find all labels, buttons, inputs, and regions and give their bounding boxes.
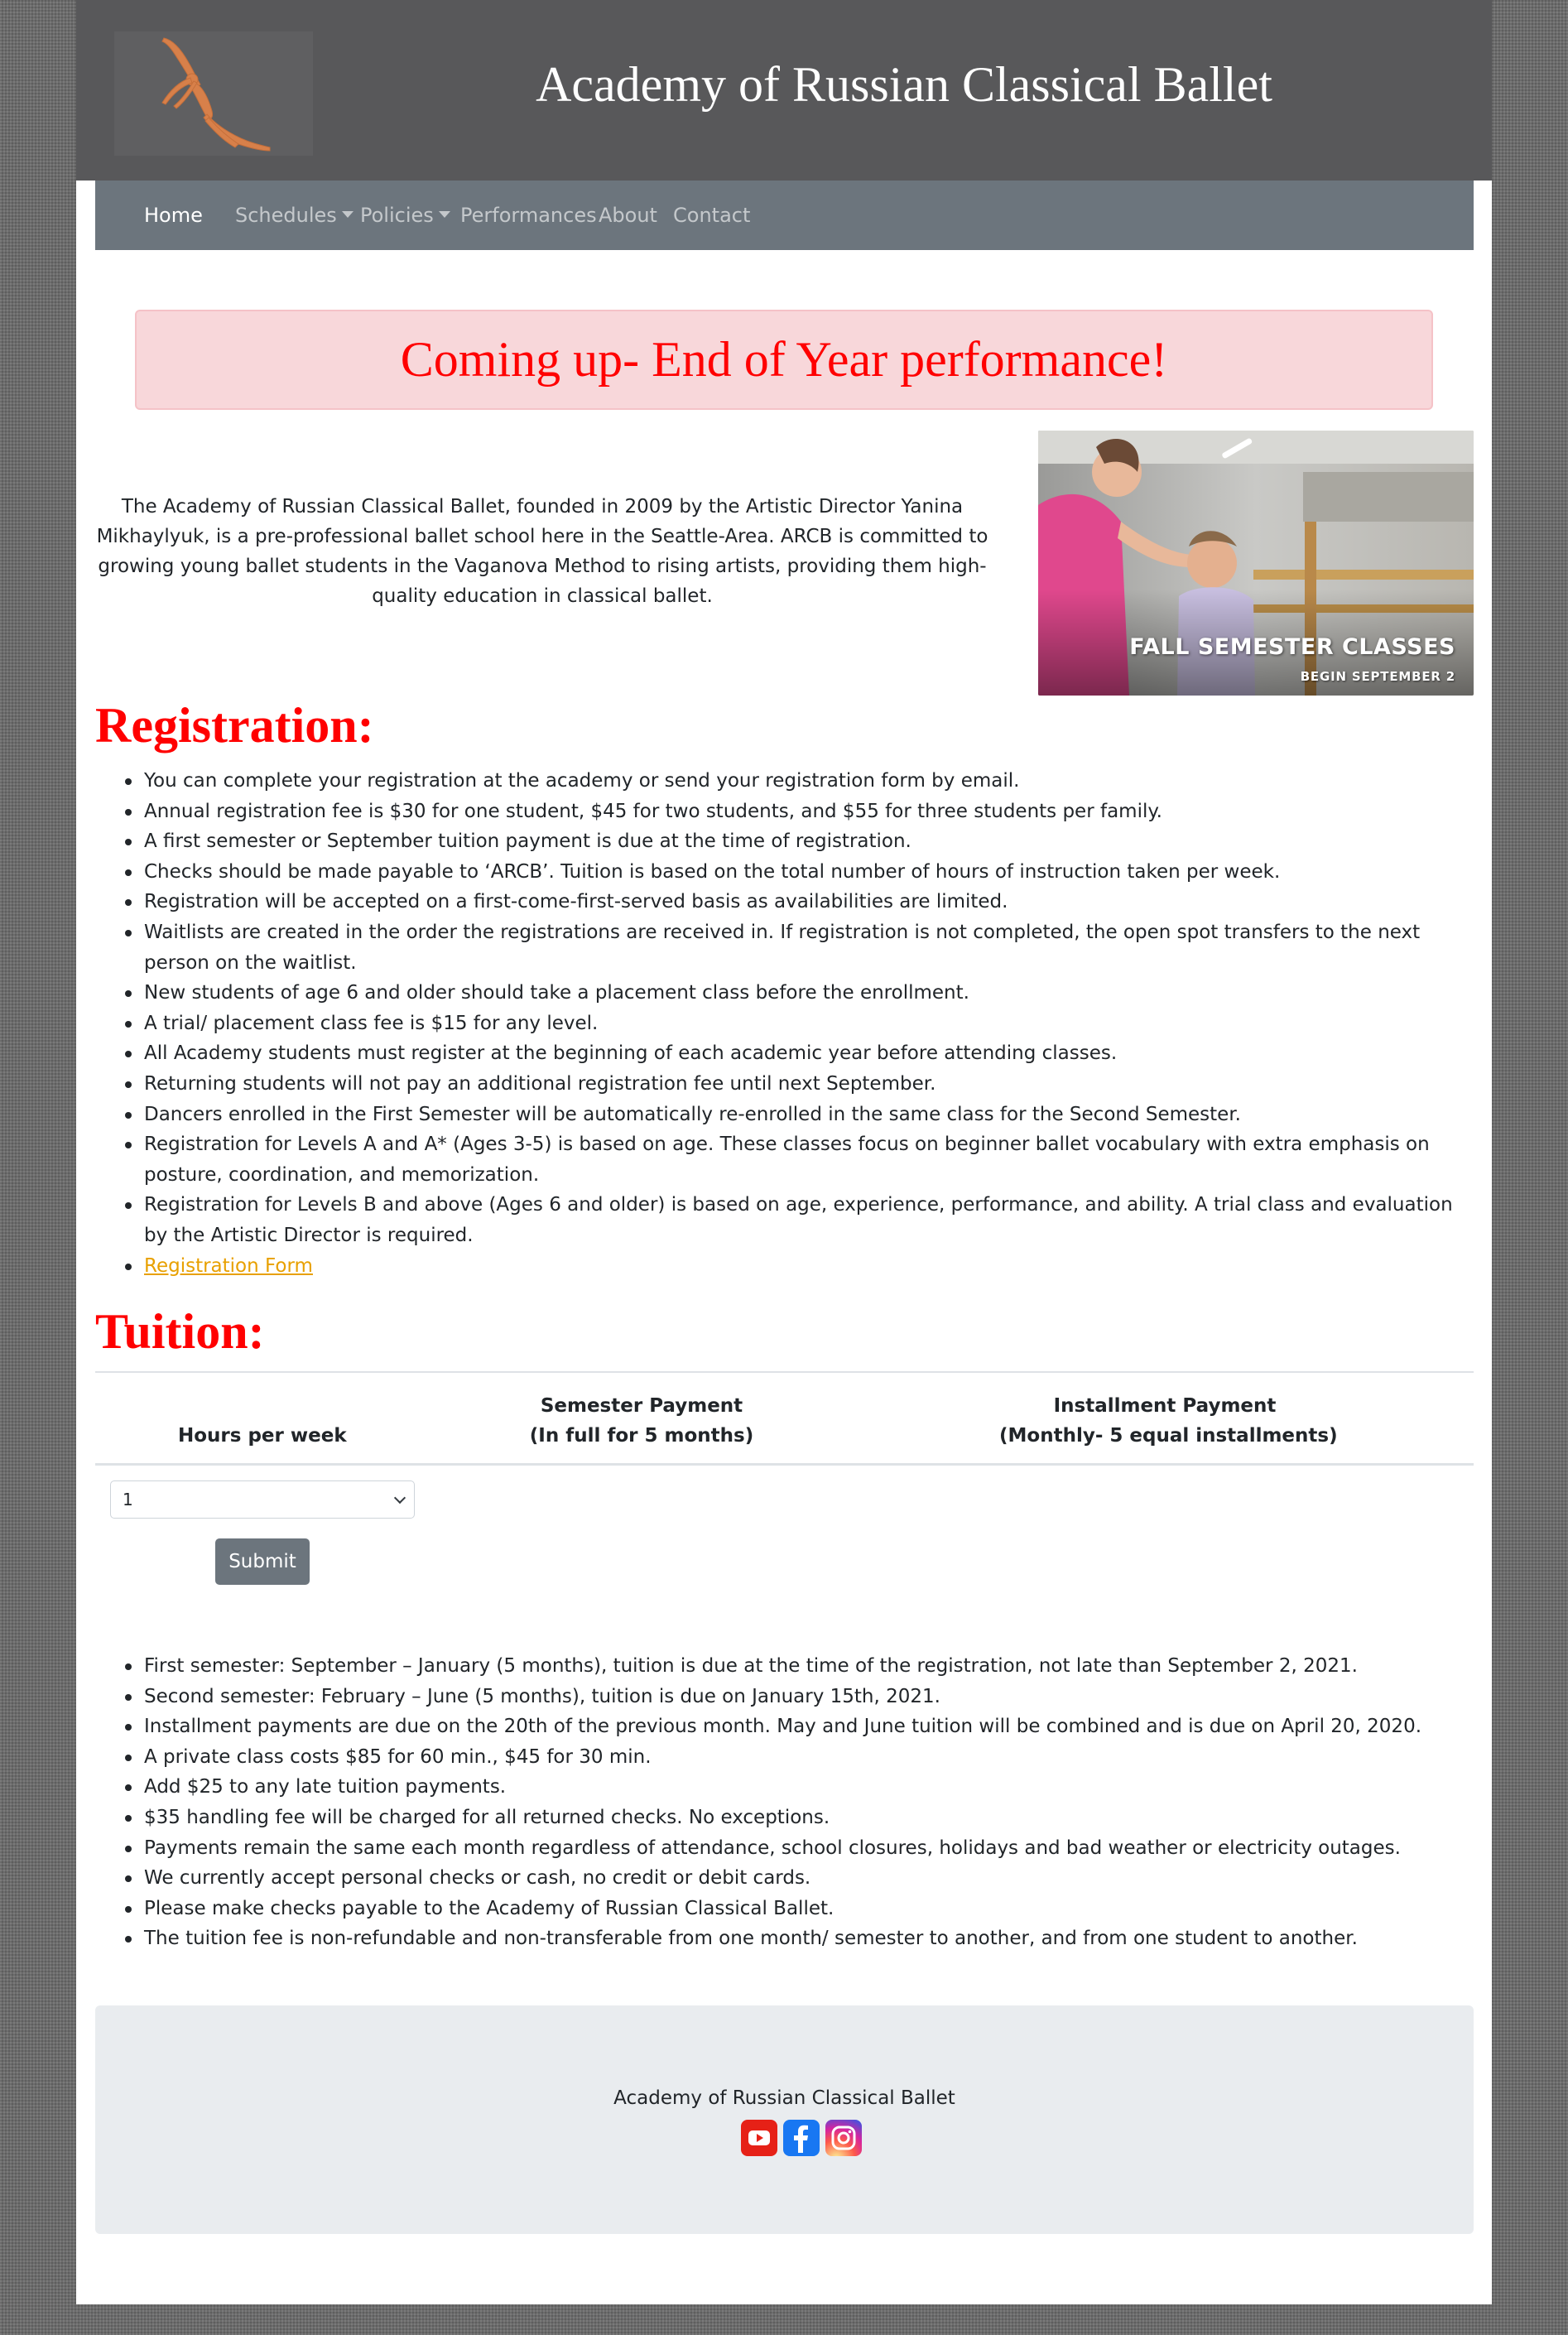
list-item: Dancers enrolled in the First Semester w… <box>125 1100 1469 1130</box>
list-item: Second semester: February – June (5 mont… <box>125 1682 1469 1712</box>
col-semester-note: (In full for 5 months) <box>529 1425 754 1447</box>
list-item: Registration Form <box>125 1251 1469 1282</box>
facebook-icon[interactable] <box>783 2120 820 2156</box>
fall-classes-promo-image: FALL SEMESTER CLASSES BEGIN SEPTEMBER 2 <box>1038 431 1474 696</box>
main-navbar: Home Schedules Policies Performances Abo… <box>95 181 1474 250</box>
page-container: Academy of Russian Classical Ballet Home… <box>76 0 1492 2304</box>
list-item: Returning students will not pay an addit… <box>125 1069 1469 1100</box>
registration-heading: Registration: <box>95 698 374 753</box>
list-item: Registration will be accepted on a first… <box>125 887 1469 917</box>
submit-button[interactable]: Submit <box>215 1538 310 1585</box>
list-item: Payments remain the same each month rega… <box>125 1833 1469 1864</box>
site-title: Academy of Russian Classical Ballet <box>536 57 1272 112</box>
col-installment-title: Installment Payment <box>1053 1395 1277 1417</box>
site-footer: Academy of Russian Classical Ballet <box>95 2005 1474 2234</box>
list-item: All Academy students must register at th… <box>125 1038 1469 1069</box>
promo-title: FALL SEMESTER CLASSES <box>1129 634 1455 660</box>
footer-academy-name: Academy of Russian Classical Ballet <box>613 2087 955 2109</box>
list-item: Installment payments are due on the 20th… <box>125 1712 1469 1742</box>
list-item: Registration for Levels B and above (Age… <box>125 1190 1469 1250</box>
list-item: Registration for Levels A and A* (Ages 3… <box>125 1129 1469 1190</box>
list-item: Checks should be made payable to ‘ARCB’.… <box>125 857 1469 888</box>
registration-form-link[interactable]: Registration Form <box>144 1255 313 1277</box>
list-item: Waitlists are created in the order the r… <box>125 917 1469 978</box>
announcement-banner: Coming up- End of Year performance! <box>135 310 1433 410</box>
nav-schedules-dropdown[interactable]: Schedules <box>235 202 354 229</box>
tuition-table-header: Hours per week Semester Payment (In full… <box>95 1371 1474 1466</box>
list-item: Add $25 to any late tuition payments. <box>125 1772 1469 1803</box>
list-item: Annual registration fee is $30 for one s… <box>125 797 1469 827</box>
hours-selected-value: 1 <box>123 1490 133 1509</box>
nav-schedules-label: Schedules <box>235 204 337 227</box>
ballet-dancer-logo[interactable] <box>114 31 313 156</box>
list-item: We currently accept personal checks or c… <box>125 1863 1469 1894</box>
col-installment-payment: Installment Payment (Monthly- 5 equal in… <box>999 1391 1338 1451</box>
list-item: First semester: September – January (5 m… <box>125 1651 1469 1682</box>
nav-performances[interactable]: Performances <box>460 202 597 229</box>
list-item: $35 handling fee will be charged for all… <box>125 1803 1469 1833</box>
list-item: The tuition fee is non-refundable and no… <box>125 1923 1469 1954</box>
hours-per-week-select[interactable]: 1 <box>110 1480 415 1519</box>
announcement-text: Coming up- End of Year performance! <box>400 332 1168 387</box>
tuition-heading: Tuition: <box>95 1304 265 1359</box>
chevron-down-icon <box>341 211 354 218</box>
tuition-list: First semester: September – January (5 m… <box>125 1651 1469 1954</box>
nav-about[interactable]: About <box>599 202 657 229</box>
list-item: A first semester or September tuition pa… <box>125 826 1469 857</box>
intro-paragraph: The Academy of Russian Classical Ballet,… <box>96 496 988 607</box>
list-item: New students of age 6 and older should t… <box>125 978 1469 1009</box>
nav-home[interactable]: Home <box>144 202 203 229</box>
col-hours-per-week: Hours per week <box>178 1425 347 1447</box>
chevron-down-icon <box>393 1491 406 1505</box>
col-semester-title: Semester Payment <box>540 1395 743 1417</box>
nav-policies-label: Policies <box>360 204 434 227</box>
chevron-down-icon <box>438 211 450 218</box>
instagram-icon[interactable] <box>825 2120 862 2156</box>
site-header: Academy of Russian Classical Ballet <box>76 0 1492 181</box>
col-installment-note: (Monthly- 5 equal installments) <box>999 1425 1338 1447</box>
list-item: A private class costs $85 for 60 min., $… <box>125 1742 1469 1773</box>
nav-policies-dropdown[interactable]: Policies <box>360 202 450 229</box>
list-item: You can complete your registration at th… <box>125 766 1469 797</box>
dancer-silhouette-icon <box>161 37 271 152</box>
list-item: A trial/ placement class fee is $15 for … <box>125 1009 1469 1039</box>
list-item: Please make checks payable to the Academ… <box>125 1894 1469 1924</box>
nav-contact[interactable]: Contact <box>673 202 750 229</box>
registration-list: You can complete your registration at th… <box>125 766 1469 1282</box>
youtube-icon[interactable] <box>741 2120 777 2156</box>
promo-subtitle: BEGIN SEPTEMBER 2 <box>1300 669 1455 684</box>
col-semester-payment: Semester Payment (In full for 5 months) <box>493 1391 791 1451</box>
